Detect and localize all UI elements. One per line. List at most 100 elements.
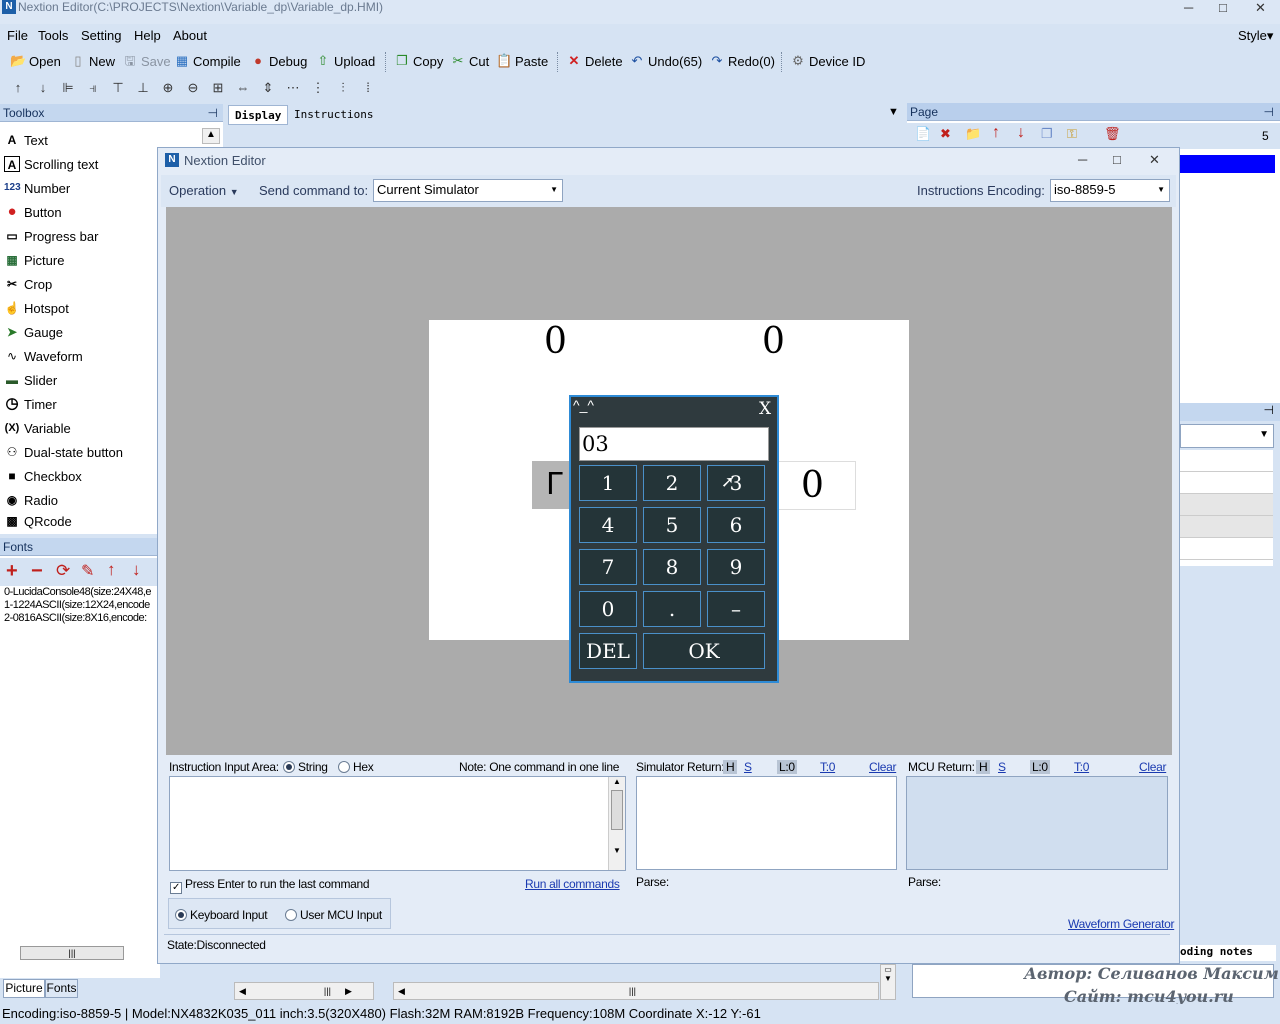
scroll-right-icon[interactable]: ▶	[345, 986, 352, 996]
sim-return-s[interactable]: S	[744, 760, 752, 774]
spacing-v-icon[interactable]: ⋮	[308, 80, 328, 98]
toolbox-item-button[interactable]: ● Button	[4, 201, 61, 223]
mcu-return-s[interactable]: S	[998, 760, 1006, 774]
scroll-up-icon[interactable]: ▲	[202, 128, 220, 144]
tab-picture[interactable]: Picture	[3, 979, 45, 998]
save-button[interactable]: 🖫 Save	[122, 53, 170, 69]
toolbox-item-crop[interactable]: ✂ Crop	[4, 273, 52, 295]
center-h-icon[interactable]: ⊕	[158, 80, 178, 98]
font-item[interactable]: 0-LucidaConsole48(size:24X48,e	[4, 586, 156, 598]
key-2[interactable]: 2	[643, 465, 701, 501]
sim-return-t[interactable]: T:0	[820, 760, 835, 774]
scroll-thumb[interactable]: |||	[324, 986, 331, 996]
center-v-icon[interactable]: ⊖	[183, 80, 203, 98]
device-id-button[interactable]: ⚙ Device ID	[790, 53, 865, 69]
attribute-row[interactable]	[1180, 538, 1273, 560]
attribute-row[interactable]	[1180, 472, 1273, 494]
debug-button[interactable]: ● Debug	[250, 53, 307, 69]
keyboard-close-button[interactable]: X	[759, 399, 771, 419]
menu-about[interactable]: About	[173, 28, 207, 43]
toolbox-item-text[interactable]: A Text	[4, 129, 48, 151]
align-right-icon[interactable]: ⫣	[83, 80, 103, 98]
add-font-icon[interactable]: +	[6, 560, 18, 583]
distribute-v-icon[interactable]: ⁞	[358, 80, 378, 98]
spacing-h-icon[interactable]: ⋯	[283, 80, 303, 98]
key-del[interactable]: DEL	[579, 633, 637, 669]
scroll-down-icon[interactable]: ▼	[609, 846, 625, 855]
keyboard-input-radio[interactable]: Keyboard Input	[175, 908, 268, 922]
toolbox-item-variable[interactable]: (X) Variable	[4, 417, 71, 439]
pin-icon[interactable]: ⊣	[1264, 103, 1274, 121]
run-all-commands-link[interactable]: Run all commands	[525, 877, 620, 891]
toolbox-item-number[interactable]: 123 Number	[4, 177, 70, 199]
bring-up-icon[interactable]: ↑	[8, 80, 28, 98]
move-up-icon[interactable]: ↑	[992, 124, 1000, 142]
maximize-button[interactable]: □	[1113, 152, 1121, 167]
close-button[interactable]: ✕	[1255, 0, 1266, 16]
maximize-button[interactable]: □	[1219, 0, 1227, 15]
toolbox-item-checkbox[interactable]: ■ Checkbox	[4, 465, 81, 487]
code-vertical-scrollbar[interactable]: ▭ ▼	[880, 964, 896, 1000]
tab-instructions[interactable]: Instructions	[288, 105, 379, 125]
toolbox-item-gauge[interactable]: ➤ Gauge	[4, 321, 63, 343]
waveform-generator-link[interactable]: Waveform Generator	[1068, 917, 1175, 931]
align-top-icon[interactable]: ⊤	[108, 80, 128, 98]
key-9[interactable]: 9	[707, 549, 765, 585]
align-bottom-icon[interactable]: ⊥	[133, 80, 153, 98]
same-size-icon[interactable]: ⊞	[208, 80, 228, 98]
selected-page-row[interactable]	[1179, 155, 1275, 173]
same-height-icon[interactable]: ⇕	[258, 80, 278, 98]
pin-icon[interactable]: ⊣	[208, 104, 218, 122]
mcu-return-t[interactable]: T:0	[1074, 760, 1089, 774]
toolbox-item-hotspot[interactable]: ☝ Hotspot	[4, 297, 69, 319]
screen-button[interactable]: Г	[532, 461, 572, 509]
key-5[interactable]: 5	[643, 507, 701, 543]
toolbox-item-slider[interactable]: ▬ Slider	[4, 369, 57, 391]
scroll-thumb[interactable]: ▭	[881, 965, 895, 974]
horizontal-scrollbar[interactable]: ◀ ||| ▶	[234, 982, 374, 1000]
send-target-select[interactable]: Current Simulator ▼	[373, 179, 563, 202]
close-button[interactable]: ✕	[1149, 152, 1160, 168]
toolbox-item-waveform[interactable]: ∿ Waveform	[4, 345, 83, 367]
press-enter-checkbox[interactable]: ✓ Press Enter to run the last command	[170, 877, 370, 894]
tab-fonts[interactable]: Fonts	[45, 979, 78, 998]
style-menu[interactable]: Style▾	[1238, 28, 1273, 44]
attribute-row[interactable]	[1180, 516, 1273, 538]
refresh-font-icon[interactable]: ⟳	[56, 561, 70, 581]
mcu-return-l[interactable]: L:0	[1030, 760, 1050, 774]
key-dot[interactable]: .	[643, 591, 701, 627]
scroll-up-icon[interactable]: ▲	[609, 777, 625, 786]
edit-font-icon[interactable]: ✎	[81, 561, 94, 581]
cut-button[interactable]: ✂ Cut	[450, 53, 490, 69]
paste-button[interactable]: 📋 Paste	[496, 53, 548, 69]
mcu-return-box[interactable]	[906, 776, 1168, 870]
code-horizontal-scrollbar[interactable]: ◀ |||	[393, 982, 879, 1000]
compile-button[interactable]: ▦ Compile	[174, 53, 241, 69]
move-down-icon[interactable]: ↓	[132, 560, 141, 580]
instruction-input[interactable]: ▲ ▼	[169, 776, 626, 871]
remove-font-icon[interactable]: −	[31, 560, 43, 583]
component-select[interactable]: ▼	[1180, 424, 1274, 448]
mcu-clear-link[interactable]: Clear	[1139, 760, 1166, 774]
radio-string[interactable]: String	[283, 760, 328, 774]
redo-button[interactable]: ↷ Redo(0)	[709, 53, 775, 69]
attribute-row[interactable]	[1180, 494, 1273, 516]
radio-hex[interactable]: Hex	[338, 760, 374, 774]
fonts-horizontal-scrollbar[interactable]: |||	[20, 946, 124, 960]
open-button[interactable]: 📂 Open	[10, 53, 61, 69]
toolbox-item-progress-bar[interactable]: ▭ Progress bar	[4, 225, 98, 247]
import-page-icon[interactable]: ⚿	[1067, 126, 1077, 142]
key-1[interactable]: 1	[579, 465, 637, 501]
toolbox-item-scrolling-text[interactable]: A Scrolling text	[4, 153, 98, 175]
menu-tools[interactable]: Tools	[38, 28, 68, 43]
scroll-thumb[interactable]: |||	[629, 986, 636, 996]
delete-page-icon[interactable]: ✖	[940, 126, 951, 142]
sim-return-h[interactable]: H	[723, 760, 738, 774]
scroll-left-icon[interactable]: ◀	[398, 986, 405, 996]
undo-button[interactable]: ↶ Undo(65)	[629, 53, 703, 69]
scroll-thumb[interactable]	[611, 790, 623, 830]
new-button[interactable]: ▯ New	[70, 53, 115, 69]
keyboard-input[interactable]: 03	[579, 427, 769, 461]
move-up-icon[interactable]: ↑	[107, 560, 116, 580]
upload-button[interactable]: ⇧ Upload	[315, 53, 376, 69]
